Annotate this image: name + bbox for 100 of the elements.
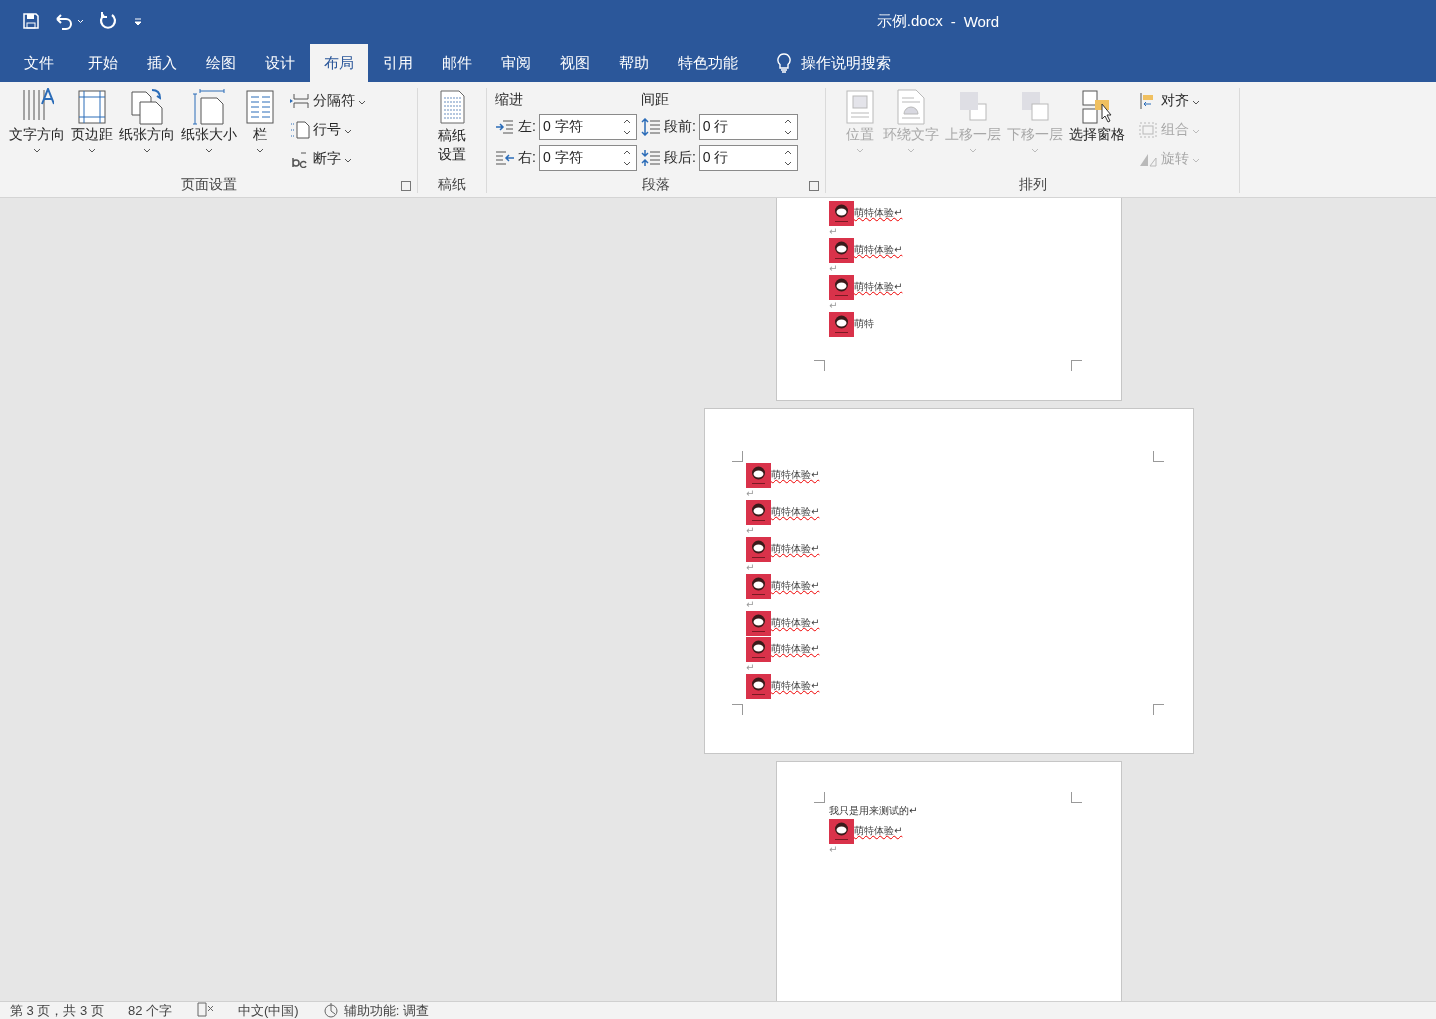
spin-field[interactable]: 0 行 [698,145,798,172]
document-text: 萌特体验↵ [854,206,903,220]
spin-field[interactable]: 0 字符 [538,145,637,172]
word-count: 82 个字 [127,1002,172,1019]
page-count: 第 3 页，共 3 页 [10,1002,104,1019]
document-text: 萌特体验↵ [854,824,903,838]
caret-icon [88,148,96,153]
group-title: 段落 [641,175,671,193]
caret-icon [1192,129,1200,134]
paragraph-mark: ↵ [746,562,756,573]
document-text: 萌特体验↵ [771,616,820,630]
group-title: 排列 [1017,175,1048,193]
selection-pane-icon [1080,88,1114,126]
ribbon-tab[interactable]: 插入 [133,44,191,82]
paragraph-mark: ↵ [829,300,839,311]
language-status: 中文(中国) [238,1002,299,1019]
customize-icon[interactable] [132,15,144,27]
ribbon-tab[interactable]: 视图 [546,44,604,82]
indent-left-icon [495,117,515,136]
ribbon-button[interactable]: 断字 [288,146,368,171]
ribbon-button[interactable]: 栏 [240,88,280,175]
spacing-after-icon [640,149,661,168]
ribbon-button[interactable]: 行号 [288,117,368,142]
corner-mark [732,704,743,715]
ribbon-tab[interactable]: 帮助 [605,44,663,82]
ribbon-tab[interactable]: 布局 [310,44,368,82]
document-text: 萌特体验↵ [854,243,903,257]
group-title: 页面设置 [179,175,238,193]
corner-mark [1071,360,1082,371]
ribbon-tab[interactable]: 开始 [74,44,132,82]
orientation-icon [130,88,164,126]
manuscript-icon [437,88,467,126]
ribbon-tab[interactable]: 邮件 [428,44,486,82]
title-separator: - [950,12,956,30]
indent-right-icon [495,149,515,168]
corner-mark [1071,792,1082,803]
dialog-launcher-icon[interactable] [401,181,411,191]
ribbon-tab[interactable]: 特色功能 [664,44,752,82]
ribbon-button[interactable]: 稿纸 设置 [434,88,470,175]
ribbon-tab[interactable]: 审阅 [487,44,545,82]
document-text: 萌特体验↵ [771,642,820,656]
section-heading: 缩进 [495,90,524,109]
ribbon-tab[interactable]: 引用 [369,44,427,82]
ribbon-button[interactable]: 纸张方向 [116,88,178,175]
lightbulb-icon [777,53,791,73]
field-label: 段前: [663,117,696,136]
document-text: 萌特体验↵ [771,679,820,693]
tell-me-search[interactable]: 操作说明搜索 [771,44,897,82]
corner-mark [1153,704,1164,715]
document-text: 萌特体验↵ [771,579,820,593]
breaks-icon [290,91,310,110]
undo-icon[interactable] [54,12,84,30]
dialog-launcher-icon[interactable] [809,181,819,191]
document-text: 萌特体验↵ [771,542,820,556]
corner-mark [814,792,825,803]
paragraph-mark: ↵ [746,488,756,499]
ribbon-button[interactable]: 文字方向 [6,88,68,175]
document-text: 我只是用来测试的↵ [829,804,918,818]
spacing-before-icon [640,117,661,136]
ribbon-button[interactable]: 对齐 [1136,88,1202,113]
save-icon[interactable] [22,12,40,30]
caret-icon [33,148,41,153]
caret-icon [907,148,915,153]
caret-icon [1031,148,1039,153]
caret-icon [344,158,352,163]
caret-icon [358,100,366,105]
paragraph-mark: ↵ [746,525,756,536]
corner-mark [732,451,743,462]
field-label: 段后: [663,149,696,168]
paragraph-mark: ↵ [829,263,839,274]
caret-icon [1192,100,1200,105]
caret-icon [256,148,264,153]
field-label: 左: [518,117,536,136]
caret-icon [1192,158,1200,163]
ribbon-tab[interactable]: 设计 [251,44,309,82]
document-text: 萌特体验↵ [771,468,820,482]
ribbon-button[interactable]: 纸张大小 [178,88,240,175]
ribbon-tab[interactable]: 绘图 [192,44,250,82]
proofing-icon[interactable] [196,1002,214,1017]
spin-field[interactable]: 0 行 [698,113,798,140]
ribbon-button[interactable]: 分隔符 [288,88,368,113]
paragraph-mark: ↵ [746,599,756,610]
redo-icon[interactable] [98,11,118,31]
ribbon-button[interactable]: 页边距 [68,88,116,175]
document-text: 萌特体验↵ [854,280,903,294]
caret-icon [969,148,977,153]
corner-mark [814,360,825,371]
ribbon-tab[interactable]: 文件 [10,44,68,82]
margins-icon [75,88,109,126]
spin-field[interactable]: 0 字符 [538,113,637,140]
ribbon-button[interactable]: 选择窗格 [1066,88,1128,175]
accessibility-icon[interactable] [322,1002,341,1018]
caret-icon [856,148,864,153]
wrap-text-icon [894,88,928,126]
caret-icon [143,148,151,153]
paragraph-mark: ↵ [829,844,839,855]
group-icon [1138,120,1158,139]
hyphenation-icon [290,149,310,168]
corner-mark [1153,451,1164,462]
app-name: Word [963,12,1000,30]
